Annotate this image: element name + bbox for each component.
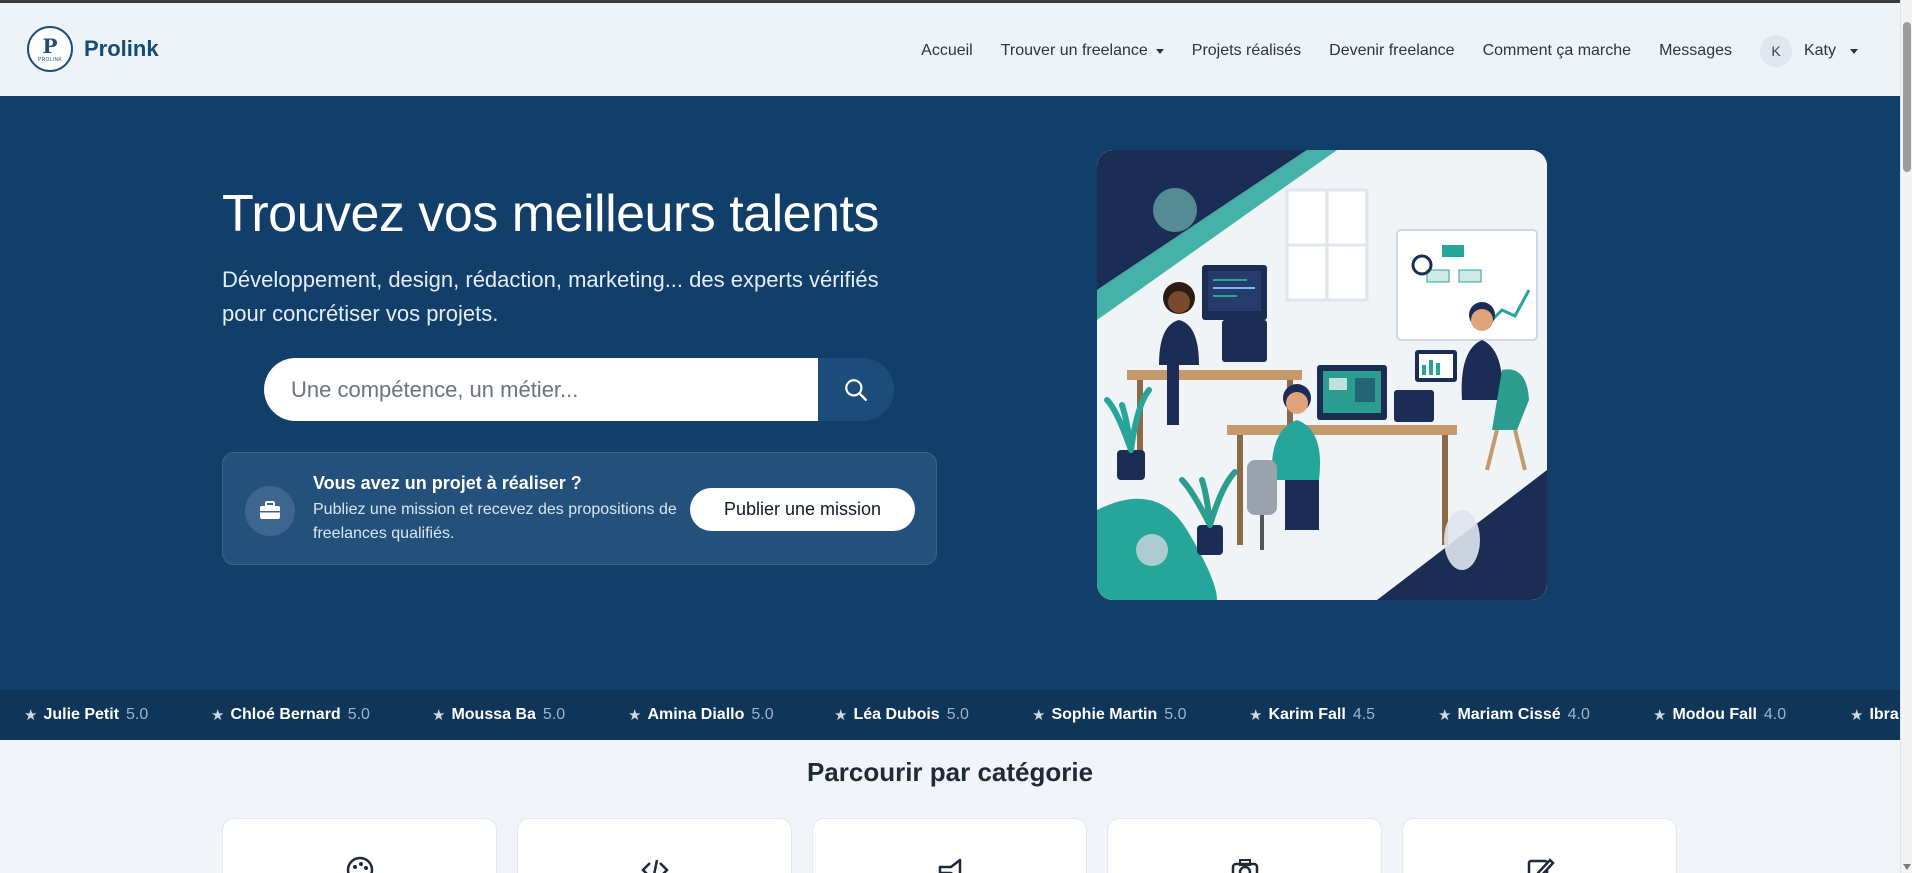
code-icon [640, 859, 669, 873]
categories-title: Parcourir par catégorie [806, 757, 1094, 787]
nav-link-accueil[interactable]: Accueil [921, 42, 973, 60]
caret-down-icon [1850, 48, 1858, 54]
star-icon: ★ [211, 707, 225, 724]
top-freelancers-ticker: ★ Julie Petit 5.0 ★ Chloé Bernard 5.0 ★ Mouss… [0, 690, 1900, 740]
ticker-item[interactable]: ★ Julie Petit 5.0 [24, 706, 148, 724]
project-cta: Vous avez un projet à réaliser ? Publiez… [222, 452, 937, 565]
ticker-item[interactable]: ★ Karim Fall 4.5 [1249, 706, 1375, 724]
star-icon: ★ [1438, 707, 1452, 724]
category-card-design[interactable] [222, 818, 497, 873]
star-icon: ★ [628, 707, 642, 724]
user-name: Katy [1803, 42, 1836, 59]
nav-link-comment-ca-marche[interactable]: Comment ça marche [1483, 42, 1632, 60]
ticker-item[interactable]: ★ Mariam Cissé 4.0 [1438, 706, 1590, 724]
brand-logo: P PROLINK [27, 26, 73, 72]
star-icon: ★ [1249, 707, 1263, 724]
pen-icon [1527, 858, 1555, 873]
search-button[interactable] [818, 358, 894, 421]
star-icon: ★ [432, 707, 446, 724]
megaphone-icon [938, 858, 961, 873]
category-card-development[interactable] [517, 818, 792, 873]
cta-title: Vous avez un projet à réaliser ? [313, 473, 582, 493]
avatar: K [1759, 35, 1792, 67]
cta-text: Publiez une mission et recevez des propo… [313, 501, 677, 542]
star-icon: ★ [1032, 707, 1046, 724]
category-card-marketing[interactable] [812, 818, 1087, 873]
scroll-down-icon[interactable] [1903, 864, 1911, 870]
hero-subtitle: Développement, design, rédaction, market… [222, 267, 879, 326]
ticker-item[interactable]: ★ Léa Dubois 5.0 [834, 706, 969, 724]
user-menu[interactable]: K Katy [1759, 35, 1858, 67]
nav-link-trouver-freelance[interactable]: Trouver un freelance [1001, 42, 1164, 60]
ticker-item[interactable]: ★ Ibra [1850, 706, 1900, 724]
navbar: P PROLINK Prolink Accueil Trouver un fre… [0, 0, 1900, 96]
search-input[interactable] [264, 358, 818, 421]
category-card-photography[interactable] [1107, 818, 1382, 873]
star-icon: ★ [1653, 707, 1667, 724]
nav-link-projets-realises[interactable]: Projets réalisés [1192, 42, 1301, 60]
hero-section: Trouvez vos meilleurs talents Développem… [0, 96, 1900, 690]
hero-illustration [1097, 150, 1547, 600]
scrollbar-thumb[interactable] [1903, 22, 1911, 172]
star-icon: ★ [24, 707, 38, 724]
hero-title: Trouvez vos meilleurs talents [222, 185, 879, 243]
brand-link[interactable]: P PROLINK Prolink [27, 26, 159, 72]
caret-down-icon [1155, 48, 1164, 54]
ticker-item[interactable]: ★ Chloé Bernard 5.0 [211, 706, 370, 724]
nav-menu: Accueil Trouver un freelance Projets réa… [893, 3, 1858, 99]
brand-name: Prolink [84, 36, 159, 61]
ticker-item[interactable]: ★ Amina Diallo 5.0 [628, 706, 774, 724]
star-icon: ★ [834, 707, 848, 724]
category-card-writing[interactable] [1402, 818, 1677, 873]
publish-mission-button[interactable]: Publier une mission [690, 488, 915, 531]
ticker-item[interactable]: ★ Modou Fall 4.0 [1653, 706, 1786, 724]
palette-icon [346, 856, 373, 873]
search-bar [264, 358, 894, 421]
nav-link-devenir-freelance[interactable]: Devenir freelance [1329, 42, 1454, 60]
page-scrollbar[interactable] [1900, 0, 1912, 873]
camera-icon [1231, 859, 1258, 873]
star-icon: ★ [1850, 707, 1864, 724]
search-icon [845, 378, 867, 401]
ticker-item[interactable]: ★ Sophie Martin 5.0 [1032, 706, 1186, 724]
ticker-item[interactable]: ★ Moussa Ba 5.0 [432, 706, 565, 724]
briefcase-icon [245, 486, 295, 536]
nav-link-messages[interactable]: Messages [1659, 42, 1732, 60]
